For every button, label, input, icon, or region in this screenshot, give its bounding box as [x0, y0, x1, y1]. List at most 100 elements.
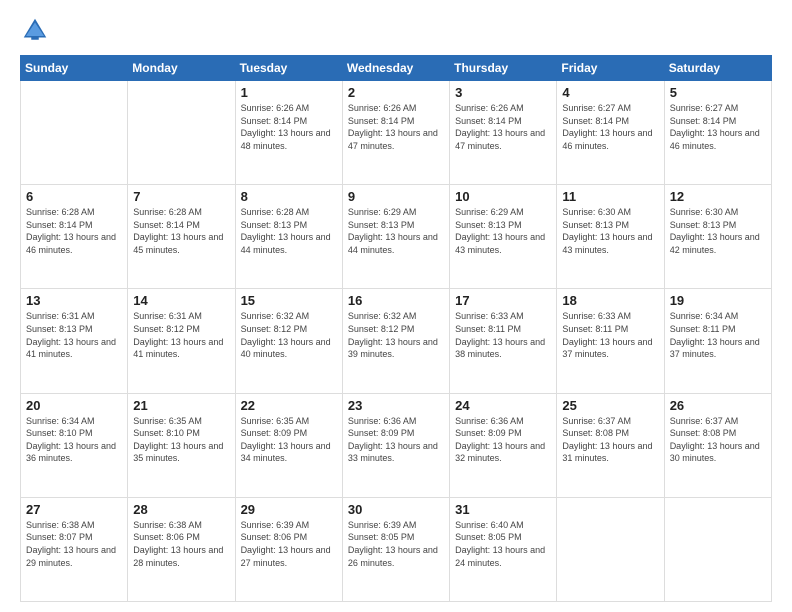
day-info: Sunrise: 6:32 AM Sunset: 8:12 PM Dayligh… — [348, 310, 444, 360]
day-number: 8 — [241, 189, 337, 204]
day-info: Sunrise: 6:35 AM Sunset: 8:10 PM Dayligh… — [133, 415, 229, 465]
calendar-cell: 12Sunrise: 6:30 AM Sunset: 8:13 PM Dayli… — [664, 185, 771, 289]
calendar-cell: 22Sunrise: 6:35 AM Sunset: 8:09 PM Dayli… — [235, 393, 342, 497]
day-info: Sunrise: 6:29 AM Sunset: 8:13 PM Dayligh… — [348, 206, 444, 256]
calendar-cell — [128, 81, 235, 185]
day-number: 1 — [241, 85, 337, 100]
calendar-cell: 3Sunrise: 6:26 AM Sunset: 8:14 PM Daylig… — [450, 81, 557, 185]
calendar-cell: 27 Sunrise: 6:38 AM Sunset: 8:07 PM Dayli… — [21, 497, 128, 601]
weekday-header: Saturday — [664, 56, 771, 81]
weekday-header: Thursday — [450, 56, 557, 81]
day-number: 30 — [348, 502, 444, 517]
calendar-cell: 1 Sunrise: 6:26 AM Sunset: 8:14 PM Daylig… — [235, 81, 342, 185]
day-number: 4 — [562, 85, 658, 100]
calendar-cell: 25 Sunrise: 6:37 AM Sunset: 8:08 PM Dayli… — [557, 393, 664, 497]
day-info: Sunrise: 6:29 AM Sunset: 8:13 PM Dayligh… — [455, 206, 551, 256]
calendar-cell: 18 Sunrise: 6:33 AM Sunset: 8:11 PM Dayli… — [557, 289, 664, 393]
header — [20, 15, 772, 45]
day-number: 28 — [133, 502, 229, 517]
day-number: 11 — [562, 189, 658, 204]
calendar-cell: 23 Sunrise: 6:36 AM Sunset: 8:09 PM Dayli… — [342, 393, 449, 497]
calendar-header: SundayMondayTuesdayWednesdayThursdayFrid… — [21, 56, 772, 81]
day-info: Sunrise: 6:36 AM Sunset: 8:09 PM Dayligh… — [455, 415, 551, 465]
day-info: Sunrise: 6:34 AM Sunset: 8:10 PM Dayligh… — [26, 415, 122, 465]
day-number: 23 — [348, 398, 444, 413]
day-number: 10 — [455, 189, 551, 204]
calendar-cell: 8Sunrise: 6:28 AM Sunset: 8:13 PM Daylig… — [235, 185, 342, 289]
day-info: Sunrise: 6:38 AM Sunset: 8:06 PM Dayligh… — [133, 519, 229, 569]
weekday-header: Wednesday — [342, 56, 449, 81]
day-number: 29 — [241, 502, 337, 517]
day-info: Sunrise: 6:27 AM Sunset: 8:14 PM Dayligh… — [562, 102, 658, 152]
day-info: Sunrise: 6:33 AM Sunset: 8:11 PM Dayligh… — [562, 310, 658, 360]
day-info: Sunrise: 6:37 AM Sunset: 8:08 PM Dayligh… — [562, 415, 658, 465]
day-number: 9 — [348, 189, 444, 204]
day-number: 5 — [670, 85, 766, 100]
day-number: 13 — [26, 293, 122, 308]
calendar-cell: 16 Sunrise: 6:32 AM Sunset: 8:12 PM Dayli… — [342, 289, 449, 393]
calendar-cell: 19Sunrise: 6:34 AM Sunset: 8:11 PM Dayli… — [664, 289, 771, 393]
calendar-cell: 28 Sunrise: 6:38 AM Sunset: 8:06 PM Dayli… — [128, 497, 235, 601]
logo-icon — [20, 15, 50, 45]
calendar-cell — [664, 497, 771, 601]
day-info: Sunrise: 6:39 AM Sunset: 8:06 PM Dayligh… — [241, 519, 337, 569]
day-number: 25 — [562, 398, 658, 413]
day-info: Sunrise: 6:28 AM Sunset: 8:14 PM Dayligh… — [133, 206, 229, 256]
calendar-cell: 15 Sunrise: 6:32 AM Sunset: 8:12 PM Dayli… — [235, 289, 342, 393]
day-info: Sunrise: 6:37 AM Sunset: 8:08 PM Dayligh… — [670, 415, 766, 465]
day-info: Sunrise: 6:40 AM Sunset: 8:05 PM Dayligh… — [455, 519, 551, 569]
calendar-cell: 4 Sunrise: 6:27 AM Sunset: 8:14 PM Daylig… — [557, 81, 664, 185]
day-number: 21 — [133, 398, 229, 413]
header-row: SundayMondayTuesdayWednesdayThursdayFrid… — [21, 56, 772, 81]
day-number: 18 — [562, 293, 658, 308]
calendar-cell — [21, 81, 128, 185]
day-info: Sunrise: 6:31 AM Sunset: 8:12 PM Dayligh… — [133, 310, 229, 360]
day-info: Sunrise: 6:38 AM Sunset: 8:07 PM Dayligh… — [26, 519, 122, 569]
day-number: 17 — [455, 293, 551, 308]
weekday-header: Friday — [557, 56, 664, 81]
day-info: Sunrise: 6:39 AM Sunset: 8:05 PM Dayligh… — [348, 519, 444, 569]
day-number: 7 — [133, 189, 229, 204]
day-info: Sunrise: 6:30 AM Sunset: 8:13 PM Dayligh… — [562, 206, 658, 256]
day-info: Sunrise: 6:35 AM Sunset: 8:09 PM Dayligh… — [241, 415, 337, 465]
day-info: Sunrise: 6:33 AM Sunset: 8:11 PM Dayligh… — [455, 310, 551, 360]
day-info: Sunrise: 6:31 AM Sunset: 8:13 PM Dayligh… — [26, 310, 122, 360]
calendar-cell: 10 Sunrise: 6:29 AM Sunset: 8:13 PM Dayli… — [450, 185, 557, 289]
weekday-header: Monday — [128, 56, 235, 81]
calendar-cell: 13 Sunrise: 6:31 AM Sunset: 8:13 PM Dayli… — [21, 289, 128, 393]
day-info: Sunrise: 6:28 AM Sunset: 8:14 PM Dayligh… — [26, 206, 122, 256]
day-number: 20 — [26, 398, 122, 413]
day-number: 15 — [241, 293, 337, 308]
day-info: Sunrise: 6:36 AM Sunset: 8:09 PM Dayligh… — [348, 415, 444, 465]
calendar-cell: 7 Sunrise: 6:28 AM Sunset: 8:14 PM Daylig… — [128, 185, 235, 289]
day-number: 12 — [670, 189, 766, 204]
calendar-cell — [557, 497, 664, 601]
day-info: Sunrise: 6:26 AM Sunset: 8:14 PM Dayligh… — [348, 102, 444, 152]
calendar-cell: 2Sunrise: 6:26 AM Sunset: 8:14 PM Daylig… — [342, 81, 449, 185]
calendar-week-row: 27 Sunrise: 6:38 AM Sunset: 8:07 PM Dayli… — [21, 497, 772, 601]
day-number: 16 — [348, 293, 444, 308]
calendar-cell: 31 Sunrise: 6:40 AM Sunset: 8:05 PM Dayli… — [450, 497, 557, 601]
day-info: Sunrise: 6:32 AM Sunset: 8:12 PM Dayligh… — [241, 310, 337, 360]
day-info: Sunrise: 6:27 AM Sunset: 8:14 PM Dayligh… — [670, 102, 766, 152]
day-number: 19 — [670, 293, 766, 308]
calendar-page: SundayMondayTuesdayWednesdayThursdayFrid… — [0, 0, 792, 612]
calendar-cell: 20 Sunrise: 6:34 AM Sunset: 8:10 PM Dayli… — [21, 393, 128, 497]
day-number: 31 — [455, 502, 551, 517]
day-info: Sunrise: 6:26 AM Sunset: 8:14 PM Dayligh… — [241, 102, 337, 152]
weekday-header: Sunday — [21, 56, 128, 81]
calendar-cell: 11 Sunrise: 6:30 AM Sunset: 8:13 PM Dayli… — [557, 185, 664, 289]
day-number: 3 — [455, 85, 551, 100]
calendar-cell: 14 Sunrise: 6:31 AM Sunset: 8:12 PM Dayli… — [128, 289, 235, 393]
logo — [20, 15, 54, 45]
day-number: 27 — [26, 502, 122, 517]
calendar-cell: 21 Sunrise: 6:35 AM Sunset: 8:10 PM Dayli… — [128, 393, 235, 497]
calendar-table: SundayMondayTuesdayWednesdayThursdayFrid… — [20, 55, 772, 602]
calendar-cell: 6 Sunrise: 6:28 AM Sunset: 8:14 PM Daylig… — [21, 185, 128, 289]
calendar-cell: 9 Sunrise: 6:29 AM Sunset: 8:13 PM Daylig… — [342, 185, 449, 289]
calendar-cell: 26Sunrise: 6:37 AM Sunset: 8:08 PM Dayli… — [664, 393, 771, 497]
calendar-body: 1 Sunrise: 6:26 AM Sunset: 8:14 PM Daylig… — [21, 81, 772, 602]
day-number: 14 — [133, 293, 229, 308]
day-number: 6 — [26, 189, 122, 204]
calendar-week-row: 13 Sunrise: 6:31 AM Sunset: 8:13 PM Dayli… — [21, 289, 772, 393]
